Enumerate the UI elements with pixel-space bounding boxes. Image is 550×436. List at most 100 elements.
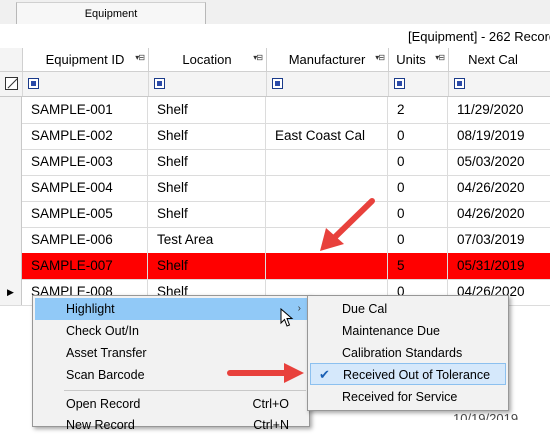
- cell-units[interactable]: 0: [388, 227, 448, 253]
- cell-manufacturer[interactable]: [266, 201, 388, 227]
- checkmark-icon: ✔: [319, 367, 330, 382]
- cell-equipment-id[interactable]: SAMPLE-001: [22, 97, 148, 123]
- filter-cell-next-cal[interactable]: [448, 72, 550, 96]
- table-row[interactable]: SAMPLE-002 Shelf East Coast Cal 0 08/19/2019: [0, 123, 550, 150]
- filter-checkbox-icon[interactable]: [394, 78, 405, 89]
- document-tab-bar: Equipment: [0, 0, 550, 25]
- row-selector[interactable]: [0, 201, 22, 227]
- cell-next-cal[interactable]: 05/31/2019: [448, 253, 550, 279]
- cell-units[interactable]: 2: [388, 97, 448, 123]
- column-label: Units: [396, 52, 426, 67]
- table-row[interactable]: SAMPLE-006 Test Area 0 07/03/2019: [0, 227, 550, 254]
- cell-units[interactable]: 0: [388, 201, 448, 227]
- column-filter-icon[interactable]: ▾⊟: [135, 53, 145, 62]
- submenu-item-received-for-service[interactable]: Received for Service: [310, 386, 506, 408]
- row-selector[interactable]: [0, 123, 22, 149]
- menu-item-highlight[interactable]: Highlight ›: [35, 298, 307, 320]
- cell-next-cal[interactable]: 07/03/2019: [448, 227, 550, 253]
- cell-manufacturer[interactable]: [266, 175, 388, 201]
- cell-equipment-id[interactable]: SAMPLE-002: [22, 123, 148, 149]
- filter-checkbox-icon[interactable]: [154, 78, 165, 89]
- cell-manufacturer[interactable]: East Coast Cal: [266, 123, 388, 149]
- header-row-selector: [0, 48, 23, 71]
- cell-equipment-id[interactable]: SAMPLE-004: [22, 175, 148, 201]
- submenu-item-maintenance-due[interactable]: Maintenance Due: [310, 320, 506, 342]
- cell-manufacturer[interactable]: [266, 149, 388, 175]
- column-header-manufacturer[interactable]: Manufacturer ▾⊟: [266, 48, 389, 71]
- cell-equipment-id[interactable]: SAMPLE-003: [22, 149, 148, 175]
- cell-next-cal[interactable]: 04/26/2020: [448, 175, 550, 201]
- cell-units[interactable]: 5: [388, 253, 448, 279]
- select-all-icon[interactable]: [5, 77, 18, 90]
- submenu-item-label: Received Out of Tolerance: [343, 368, 491, 382]
- filter-cell-units[interactable]: [388, 72, 449, 96]
- column-filter-icon[interactable]: ▾⊟: [435, 53, 445, 62]
- row-selector[interactable]: [0, 175, 22, 201]
- cell-next-cal[interactable]: 05/03/2020: [448, 149, 550, 175]
- column-header-equipment-id[interactable]: Equipment ID ▾⊟: [22, 48, 149, 71]
- menu-item-label: New Record: [66, 418, 135, 432]
- cell-location[interactable]: Test Area: [148, 227, 266, 253]
- cell-manufacturer[interactable]: [266, 227, 388, 253]
- menu-item-new-record[interactable]: New Record Ctrl+N: [35, 414, 307, 436]
- highlight-submenu: Due Cal Maintenance Due Calibration Stan…: [307, 295, 509, 411]
- table-row[interactable]: SAMPLE-007 Shelf 5 05/31/2019: [0, 253, 550, 280]
- cell-location[interactable]: Shelf: [148, 149, 266, 175]
- cell-location[interactable]: Shelf: [148, 97, 266, 123]
- menu-item-label: Asset Transfer: [66, 346, 147, 360]
- filter-row: [0, 72, 550, 97]
- submenu-item-label: Due Cal: [342, 302, 388, 316]
- column-label: Manufacturer: [288, 52, 366, 67]
- table-row[interactable]: SAMPLE-005 Shelf 0 04/26/2020: [0, 201, 550, 228]
- submenu-item-calibration-standards[interactable]: Calibration Standards: [310, 342, 506, 364]
- cell-equipment-id[interactable]: SAMPLE-007: [22, 253, 148, 279]
- cell-equipment-id[interactable]: SAMPLE-005: [22, 201, 148, 227]
- menu-item-check-out-in[interactable]: Check Out/In: [35, 320, 307, 342]
- menu-item-asset-transfer[interactable]: Asset Transfer: [35, 342, 307, 364]
- cell-next-cal[interactable]: 04/26/2020: [448, 201, 550, 227]
- tab-equipment[interactable]: Equipment: [16, 2, 206, 24]
- filter-checkbox-icon[interactable]: [272, 78, 283, 89]
- row-selector[interactable]: [0, 97, 22, 123]
- menu-item-scan-barcode[interactable]: Scan Barcode: [35, 364, 307, 386]
- cell-location[interactable]: Shelf: [148, 175, 266, 201]
- table-row[interactable]: SAMPLE-004 Shelf 0 04/26/2020: [0, 175, 550, 202]
- cell-manufacturer[interactable]: [266, 97, 388, 123]
- table-row[interactable]: SAMPLE-003 Shelf 0 05/03/2020: [0, 149, 550, 176]
- menu-item-label: Scan Barcode: [66, 368, 145, 382]
- cell-next-cal[interactable]: 11/29/2020: [448, 97, 550, 123]
- column-filter-icon[interactable]: ▾⊟: [375, 53, 385, 62]
- row-selector[interactable]: [0, 227, 22, 253]
- table-row[interactable]: SAMPLE-001 Shelf 2 11/29/2020: [0, 97, 550, 124]
- column-header-units[interactable]: Units ▾⊟: [388, 48, 449, 71]
- cell-units[interactable]: 0: [388, 123, 448, 149]
- menu-item-label: Check Out/In: [66, 324, 139, 338]
- row-selector[interactable]: ▶: [0, 279, 22, 305]
- cell-location[interactable]: Shelf: [148, 201, 266, 227]
- filter-cell-location[interactable]: [148, 72, 267, 96]
- cell-next-cal[interactable]: 08/19/2019: [448, 123, 550, 149]
- grid-header: Equipment ID ▾⊟ Location ▾⊟ Manufacturer…: [0, 48, 550, 72]
- submenu-item-due-cal[interactable]: Due Cal: [310, 298, 506, 320]
- filter-checkbox-icon[interactable]: [454, 78, 465, 89]
- cell-units[interactable]: 0: [388, 175, 448, 201]
- row-selector[interactable]: [0, 149, 22, 175]
- submenu-item-received-out-of-tolerance[interactable]: ✔ Received Out of Tolerance: [310, 363, 506, 385]
- row-selector[interactable]: [0, 253, 22, 279]
- cell-manufacturer[interactable]: [266, 253, 388, 279]
- column-header-location[interactable]: Location ▾⊟: [148, 48, 267, 71]
- column-filter-icon[interactable]: ▾⊟: [253, 53, 263, 62]
- menu-item-label: Open Record: [66, 397, 141, 411]
- cell-units[interactable]: 0: [388, 149, 448, 175]
- menu-item-open-record[interactable]: Open Record Ctrl+O: [35, 393, 307, 415]
- cell-location[interactable]: Shelf: [148, 123, 266, 149]
- context-menu: Highlight › Check Out/In Asset Transfer …: [32, 295, 310, 432]
- cell-equipment-id[interactable]: SAMPLE-006: [22, 227, 148, 253]
- filter-cell-manufacturer[interactable]: [266, 72, 389, 96]
- filter-checkbox-icon[interactable]: [28, 78, 39, 89]
- cell-location[interactable]: Shelf: [148, 253, 266, 279]
- row-indicator-icon: ▶: [7, 287, 14, 297]
- filter-cell-equipment-id[interactable]: [22, 72, 149, 96]
- menu-separator: [64, 390, 306, 391]
- column-header-next-cal[interactable]: Next Cal: [448, 48, 550, 71]
